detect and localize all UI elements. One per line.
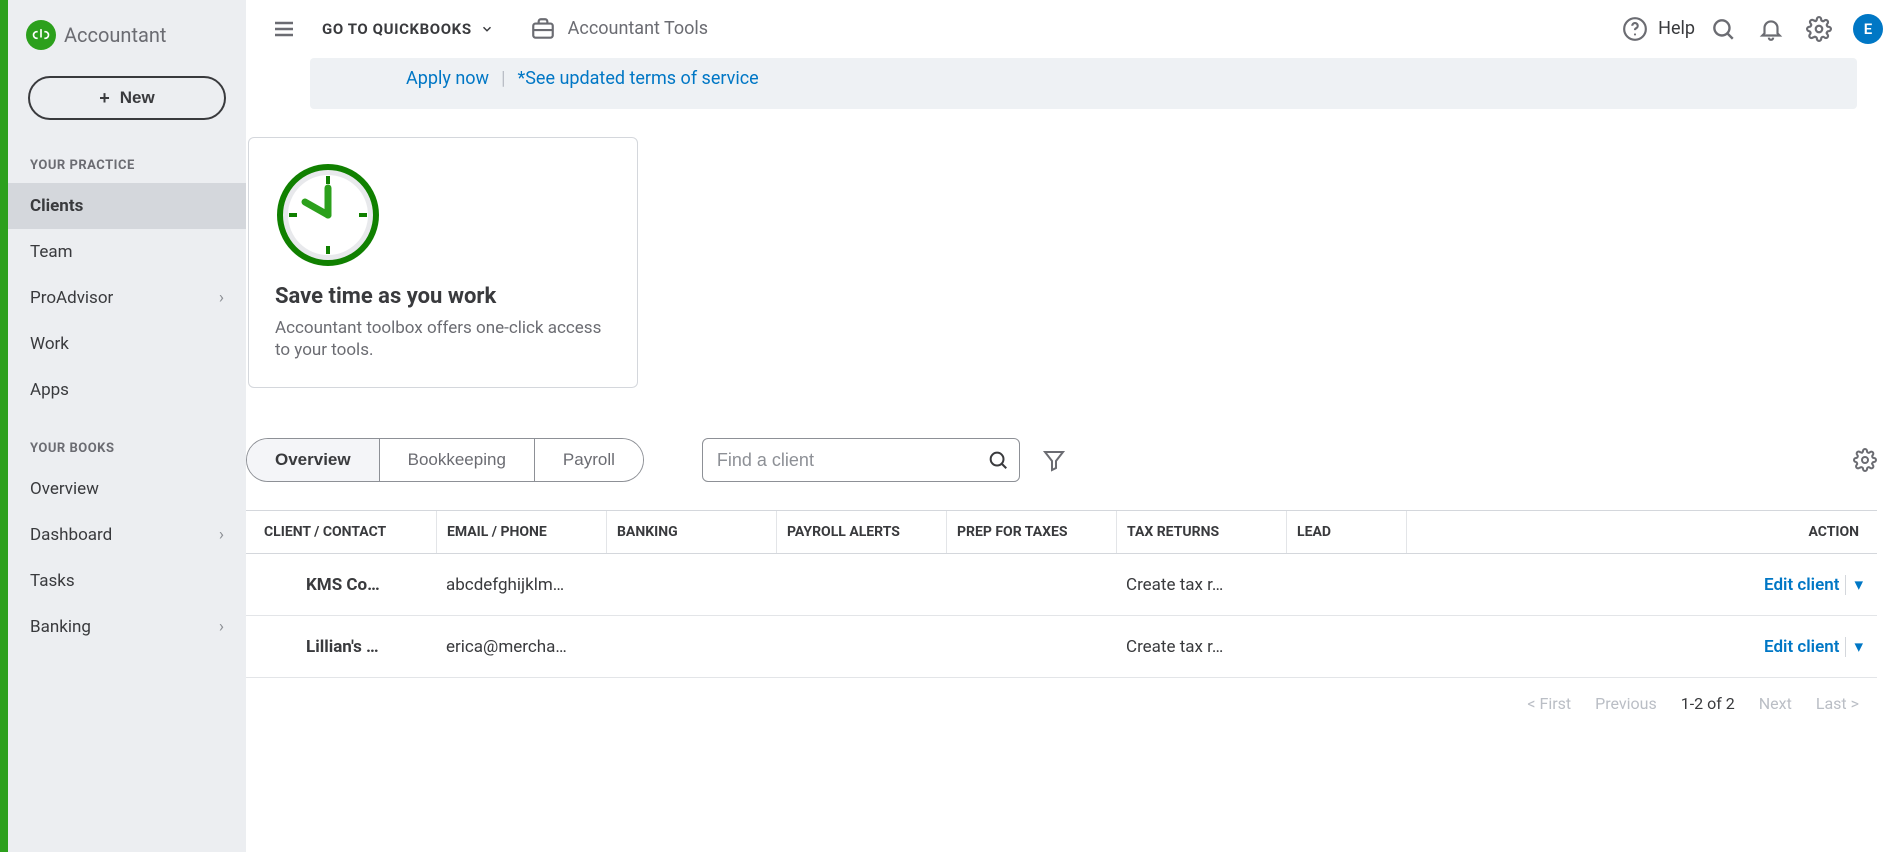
sidebar-item-label: Team: [30, 242, 73, 262]
promo-banner: Apply now | *See updated terms of servic…: [310, 58, 1857, 109]
table-settings-button[interactable]: [1853, 448, 1877, 472]
page-next[interactable]: Next: [1759, 694, 1792, 713]
col-payroll[interactable]: PAYROLL ALERTS: [776, 511, 946, 553]
logo: Accountant: [8, 0, 246, 68]
avatar-initial: E: [1864, 20, 1872, 38]
cell-client: KMS Co…: [246, 575, 436, 595]
col-email[interactable]: EMAIL / PHONE: [436, 511, 606, 553]
table-header: CLIENT / CONTACT EMAIL / PHONE BANKING P…: [246, 510, 1877, 554]
cell-action: Edit client ▾: [1406, 575, 1877, 595]
chevron-down-icon: [480, 22, 494, 36]
sidebar-item-work[interactable]: Work: [8, 321, 246, 367]
tab-bookkeeping[interactable]: Bookkeeping: [379, 439, 534, 481]
hamburger-menu-icon[interactable]: [264, 9, 304, 49]
sidebar-item-overview[interactable]: Overview: [8, 466, 246, 512]
page-prev[interactable]: Previous: [1595, 694, 1657, 713]
edit-client-link[interactable]: Edit client: [1764, 575, 1839, 595]
cell-email: erica@mercha…: [436, 637, 606, 657]
search-input[interactable]: [717, 450, 987, 471]
app-accent-strip: [0, 0, 8, 852]
new-button-label: New: [120, 88, 155, 108]
accountant-tools-label: Accountant Tools: [568, 18, 708, 39]
sidebar-item-clients[interactable]: Clients: [8, 183, 246, 229]
divider: |: [501, 68, 505, 89]
page-first[interactable]: < First: [1527, 694, 1571, 713]
topbar: GO TO QUICKBOOKS Accountant Tools Help E: [246, 0, 1897, 58]
card-title: Save time as you work: [275, 284, 611, 309]
sidebar: Accountant + New YOUR PRACTICE Clients T…: [8, 0, 246, 852]
card-description: Accountant toolbox offers one-click acce…: [275, 317, 611, 361]
sidebar-item-tasks[interactable]: Tasks: [8, 558, 246, 604]
help-label: Help: [1658, 18, 1695, 39]
list-controls: Overview Bookkeeping Payroll: [246, 438, 1877, 482]
sidebar-item-label: Tasks: [30, 571, 75, 591]
sidebar-item-proadvisor[interactable]: ProAdvisor ›: [8, 275, 246, 321]
notifications-icon[interactable]: [1751, 9, 1791, 49]
col-action: ACTION: [1406, 511, 1877, 553]
sidebar-item-label: Dashboard: [30, 525, 112, 545]
sidebar-item-label: Apps: [30, 380, 69, 400]
sidebar-item-label: Clients: [30, 196, 83, 216]
toolbox-card: Save time as you work Accountant toolbox…: [248, 137, 638, 388]
cell-tax-returns[interactable]: Create tax r…: [1116, 575, 1286, 595]
sidebar-item-banking[interactable]: Banking ›: [8, 604, 246, 650]
page-range: 1-2 of 2: [1681, 694, 1735, 713]
sidebar-item-label: Banking: [30, 617, 91, 637]
apply-now-link[interactable]: Apply now: [406, 68, 489, 89]
search-icon: [987, 449, 1009, 471]
row-action-dropdown[interactable]: ▾: [1845, 575, 1863, 595]
settings-gear-icon[interactable]: [1799, 9, 1839, 49]
filter-icon: [1042, 448, 1066, 472]
go-to-quickbooks-dropdown[interactable]: GO TO QUICKBOOKS: [322, 20, 494, 38]
col-taxreturns[interactable]: TAX RETURNS: [1116, 511, 1286, 553]
user-avatar[interactable]: E: [1853, 14, 1883, 44]
gear-icon: [1853, 448, 1877, 472]
pagination: < First Previous 1-2 of 2 Next Last >: [246, 678, 1877, 713]
chevron-right-icon: ›: [219, 525, 224, 545]
sidebar-section-practice: YOUR PRACTICE: [8, 148, 246, 183]
col-lead[interactable]: LEAD: [1286, 511, 1406, 553]
sidebar-item-label: Work: [30, 334, 69, 354]
sidebar-section-books: YOUR BOOKS: [8, 431, 246, 466]
accountant-tools-button[interactable]: Accountant Tools: [530, 16, 708, 42]
search-icon[interactable]: [1703, 9, 1743, 49]
main-content: GO TO QUICKBOOKS Accountant Tools Help E: [246, 0, 1897, 852]
cell-action: Edit client ▾: [1406, 637, 1877, 657]
clients-table: CLIENT / CONTACT EMAIL / PHONE BANKING P…: [246, 510, 1877, 678]
row-action-dropdown[interactable]: ▾: [1845, 637, 1863, 657]
go-to-quickbooks-label: GO TO QUICKBOOKS: [322, 20, 472, 38]
sidebar-item-team[interactable]: Team: [8, 229, 246, 275]
briefcase-icon: [530, 16, 556, 42]
table-row[interactable]: Lillian's … erica@mercha… Create tax r… …: [246, 616, 1877, 678]
clock-icon: [275, 162, 381, 268]
sidebar-item-label: ProAdvisor: [30, 288, 113, 308]
cell-client: Lillian's …: [246, 637, 436, 657]
filter-button[interactable]: [1042, 448, 1066, 472]
table-row[interactable]: KMS Co… abcdefghijklm… Create tax r… Edi…: [246, 554, 1877, 616]
terms-link[interactable]: *See updated terms of service: [517, 68, 758, 89]
logo-text: Accountant: [64, 23, 166, 47]
new-button[interactable]: + New: [28, 76, 226, 120]
plus-icon: +: [99, 88, 110, 109]
client-search[interactable]: [702, 438, 1020, 482]
quickbooks-logo-icon: [26, 20, 56, 50]
help-button[interactable]: Help: [1622, 16, 1695, 42]
help-icon: [1622, 16, 1648, 42]
cell-tax-returns[interactable]: Create tax r…: [1116, 637, 1286, 657]
page-last[interactable]: Last >: [1816, 694, 1859, 713]
chevron-right-icon: ›: [219, 617, 224, 637]
col-client[interactable]: CLIENT / CONTACT: [246, 524, 436, 540]
tab-overview[interactable]: Overview: [247, 439, 379, 481]
sidebar-item-label: Overview: [30, 479, 99, 499]
sidebar-item-dashboard[interactable]: Dashboard ›: [8, 512, 246, 558]
cell-email: abcdefghijklm…: [436, 575, 606, 595]
edit-client-link[interactable]: Edit client: [1764, 637, 1839, 657]
tab-payroll[interactable]: Payroll: [534, 439, 643, 481]
col-banking[interactable]: BANKING: [606, 511, 776, 553]
col-prep[interactable]: PREP FOR TAXES: [946, 511, 1116, 553]
sidebar-item-apps[interactable]: Apps: [8, 367, 246, 413]
view-segment: Overview Bookkeeping Payroll: [246, 438, 644, 482]
chevron-right-icon: ›: [219, 288, 224, 308]
